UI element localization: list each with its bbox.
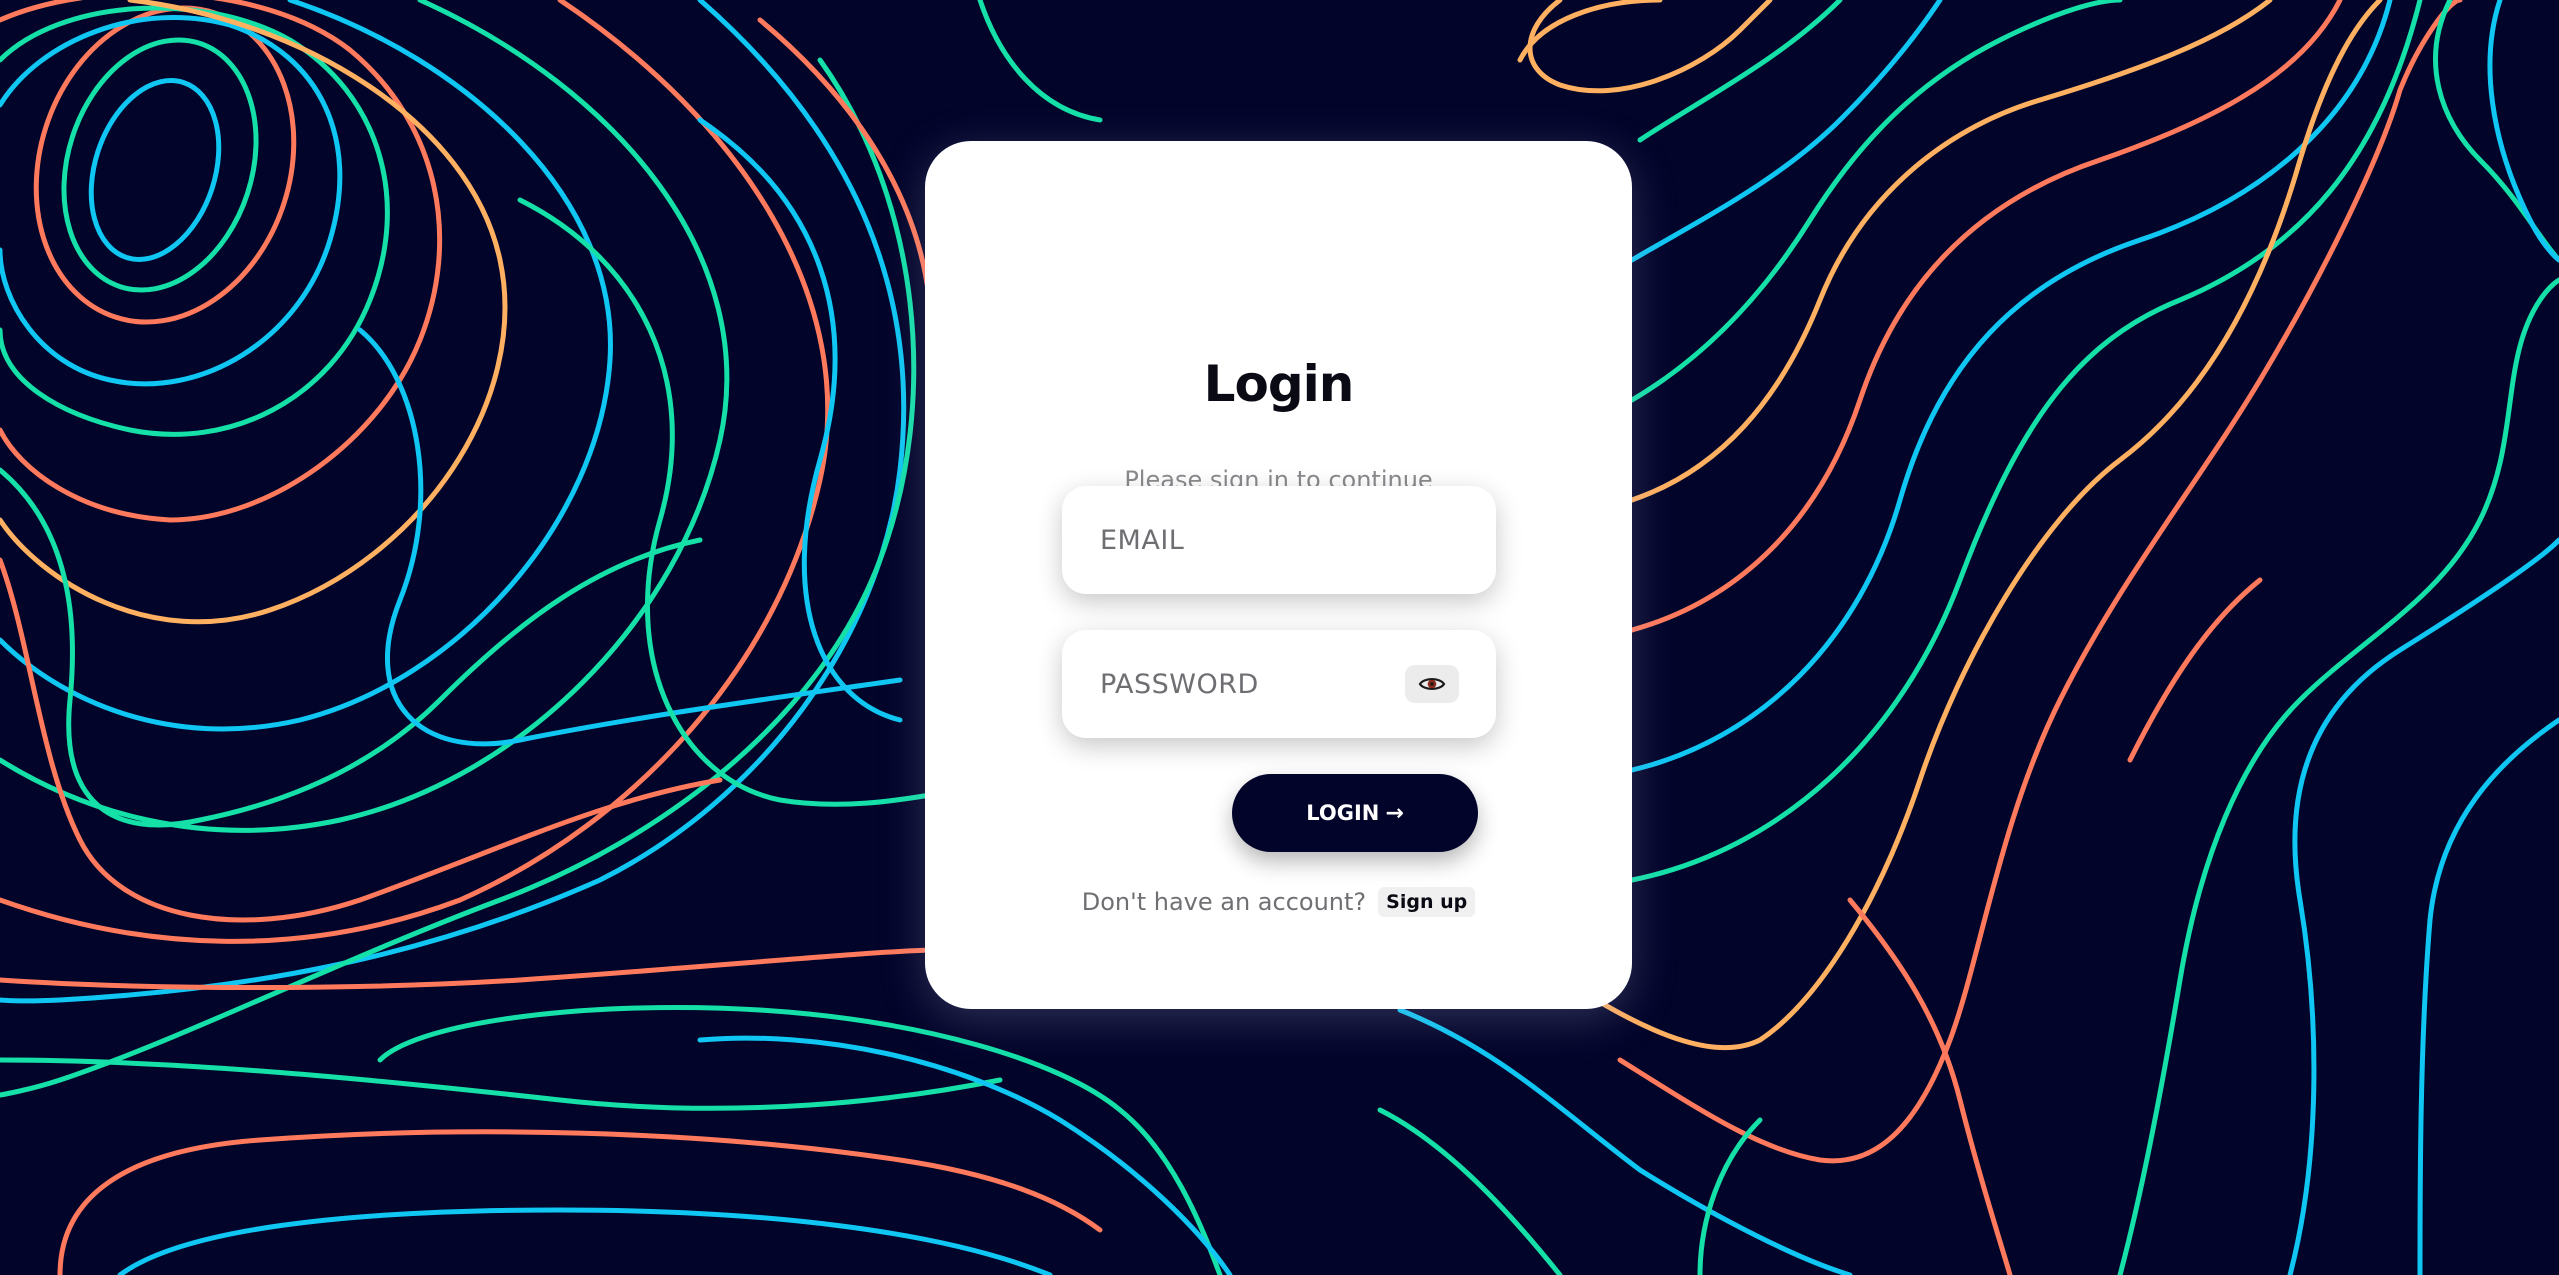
show-password-button[interactable] xyxy=(1405,665,1459,703)
login-button-label: LOGIN xyxy=(1306,801,1380,825)
signup-prompt: Don't have an account? xyxy=(1081,888,1367,916)
email-input[interactable] xyxy=(1100,486,1400,594)
page-title: Login xyxy=(1203,355,1355,413)
password-input[interactable] xyxy=(1100,630,1400,738)
signup-link[interactable]: Sign up xyxy=(1378,887,1476,917)
email-field[interactable] xyxy=(1062,486,1496,594)
login-button[interactable]: LOGIN → xyxy=(1232,774,1478,852)
arrow-right-icon: → xyxy=(1385,800,1404,826)
eye-icon xyxy=(1418,678,1446,690)
signup-row: Don't have an account? Sign up xyxy=(925,887,1632,917)
password-field[interactable] xyxy=(1062,630,1496,738)
